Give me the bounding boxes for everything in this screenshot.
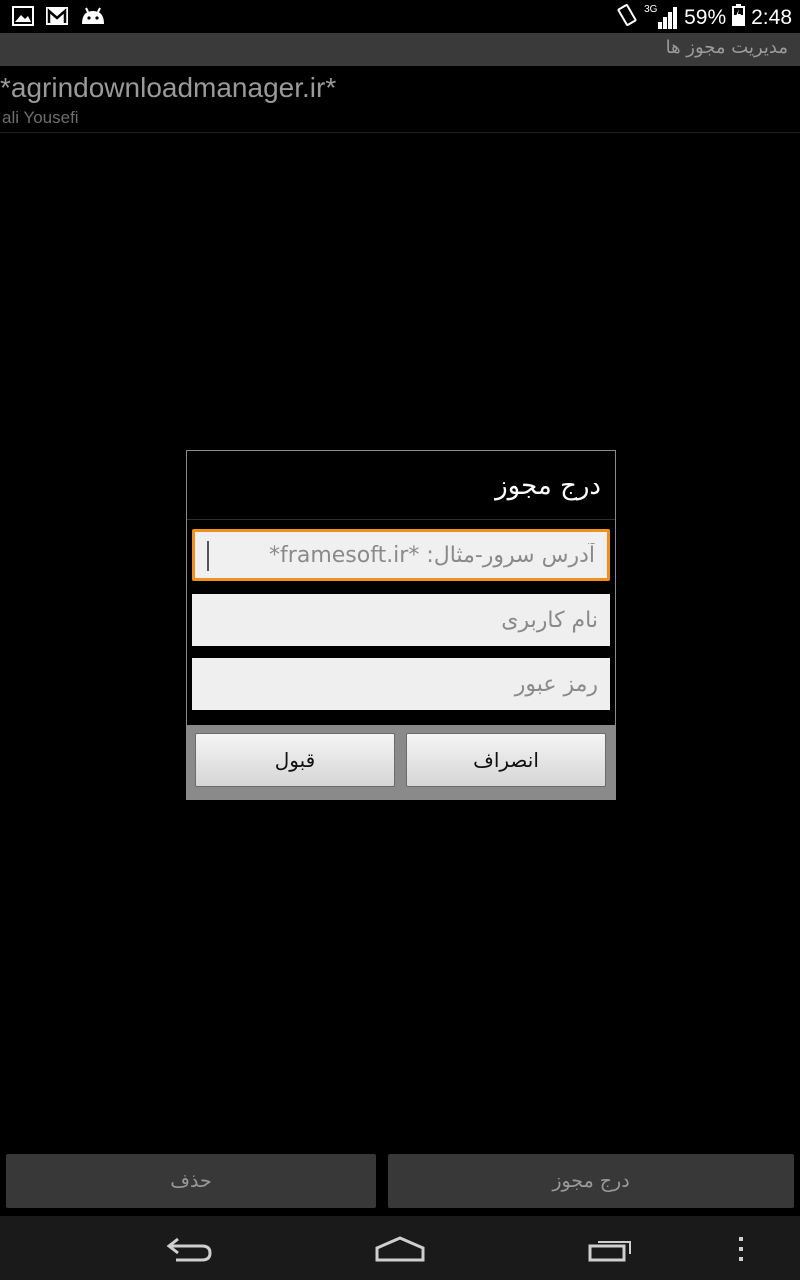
text-cursor: [207, 541, 209, 571]
cancel-button[interactable]: انصراف: [406, 733, 606, 787]
android-icon: [80, 7, 106, 29]
list-item-subtitle: ali Yousefi: [2, 108, 79, 127]
username-field-container: [192, 594, 610, 646]
add-license-dialog: درج مجوز قبول انصراف: [186, 450, 616, 800]
server-address-input[interactable]: [195, 532, 607, 578]
home-icon[interactable]: [375, 1236, 425, 1266]
username-input[interactable]: [192, 594, 610, 646]
menu-icon[interactable]: [736, 1236, 746, 1266]
battery-level: 59%: [684, 6, 727, 29]
clock: 2:48: [751, 6, 792, 29]
add-license-button[interactable]: درج مجوز: [388, 1154, 794, 1208]
app-title-bar: مدیریت مجوز ها: [0, 33, 800, 66]
back-icon[interactable]: [166, 1236, 212, 1266]
accept-button[interactable]: قبول: [195, 733, 395, 787]
list-item[interactable]: *agrindownloadmanager.ir* ali Yousefi: [0, 70, 800, 133]
delete-button[interactable]: حذف: [6, 1154, 376, 1208]
system-status: 3G 59% 2:48: [616, 3, 792, 33]
list-item-title: *agrindownloadmanager.ir*: [0, 72, 337, 103]
gmail-icon: [46, 7, 68, 29]
password-input[interactable]: [192, 658, 610, 710]
app-title: مدیریت مجوز ها: [665, 37, 788, 58]
dialog-title: درج مجوز: [495, 471, 601, 501]
gallery-icon: [12, 6, 34, 30]
signal-3g-icon: 3G: [644, 4, 678, 30]
dialog-button-bar: قبول انصراف: [187, 725, 615, 799]
recent-apps-icon[interactable]: [588, 1236, 636, 1266]
navigation-bar: [0, 1216, 800, 1280]
dialog-divider: [187, 519, 615, 520]
password-field-container: [192, 658, 610, 710]
bottom-action-bar: حذف درج مجوز: [0, 1150, 800, 1212]
vibrate-icon: [616, 3, 638, 33]
battery-charging-icon: [732, 4, 746, 32]
server-field-container: [192, 529, 610, 581]
notification-icons: [12, 6, 106, 30]
status-bar: 3G 59% 2:48: [0, 0, 800, 33]
